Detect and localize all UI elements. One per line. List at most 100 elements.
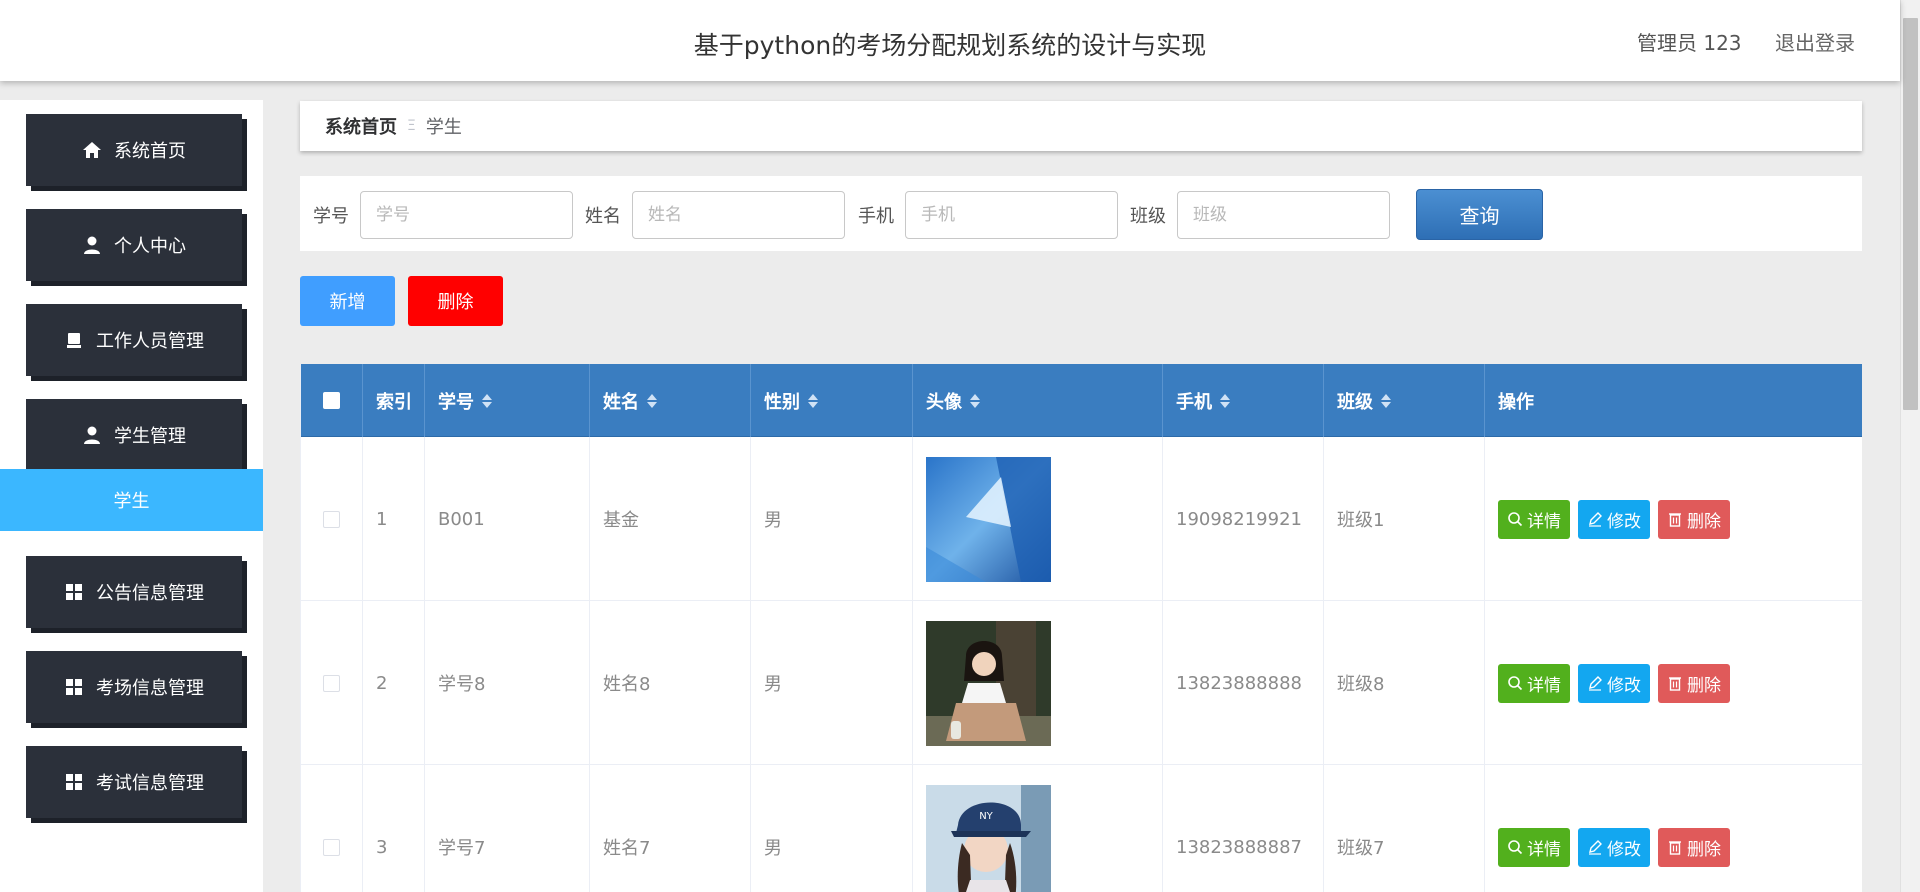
name-label: 姓名: [585, 206, 621, 227]
header-phone[interactable]: 手机: [1163, 364, 1324, 437]
logout-link[interactable]: 退出登录: [1775, 27, 1855, 56]
row-checkbox[interactable]: [323, 510, 340, 528]
edit-label: 修改: [1607, 511, 1641, 532]
trash-icon: [1669, 513, 1681, 527]
row-index: 3: [363, 765, 425, 892]
row-class: 班级8: [1324, 601, 1485, 765]
edit-icon: [1589, 676, 1602, 691]
header-gender[interactable]: 性别: [751, 364, 913, 437]
row-gender: 男: [751, 765, 913, 892]
sidebar-item-student-management[interactable]: 学生管理: [26, 399, 242, 471]
edit-button[interactable]: 修改: [1578, 827, 1650, 867]
student-id-input[interactable]: [360, 191, 573, 239]
table-row: 1 B001 基金 男 19098219921 班级1 详情 修改 删除: [301, 437, 1862, 601]
header-index: 索引: [363, 364, 425, 437]
table-row: 2 学号8 姓名8 男 13823888888 班级8 详情 修改 删除: [301, 601, 1862, 765]
row-phone: 13823888887: [1163, 765, 1324, 892]
sort-icon[interactable]: [808, 393, 818, 408]
sidebar-item-label: 考试信息管理: [96, 773, 204, 794]
class-label: 班级: [1130, 206, 1166, 227]
name-input[interactable]: [632, 191, 845, 239]
search-icon: [1508, 676, 1523, 691]
avatar: [926, 456, 1051, 582]
scrollbar-thumb[interactable]: [1903, 18, 1918, 410]
sidebar-item-label: 学生管理: [114, 426, 186, 447]
detail-button[interactable]: 详情: [1498, 499, 1570, 539]
breadcrumb-separator: Ξ: [407, 118, 416, 134]
top-header: 基于python的考场分配规划系统的设计与实现 管理员 123 退出登录: [0, 0, 1900, 81]
sidebar-item-exam-info-management[interactable]: 考试信息管理: [26, 746, 242, 818]
phone-label: 手机: [858, 206, 894, 227]
select-all-checkbox[interactable]: [323, 392, 340, 409]
cap-logo: NY: [979, 811, 993, 822]
detail-button[interactable]: 详情: [1498, 663, 1570, 703]
edit-button[interactable]: 修改: [1578, 499, 1650, 539]
header-avatar[interactable]: 头像: [913, 364, 1163, 437]
sidebar-item-label: 考场信息管理: [96, 678, 204, 699]
delete-button[interactable]: 删除: [1658, 663, 1730, 703]
home-icon: [82, 140, 102, 160]
phone-input[interactable]: [905, 191, 1118, 239]
sidebar-item-label: 公告信息管理: [96, 583, 204, 604]
breadcrumb-current: 学生: [425, 117, 462, 138]
row-phone: 19098219921: [1163, 437, 1324, 601]
sidebar-item-label: 系统首页: [114, 141, 186, 162]
add-button[interactable]: 新增: [300, 276, 395, 326]
row-name: 姓名7: [590, 765, 751, 892]
sidebar-item-staff-management[interactable]: 工作人员管理: [26, 304, 242, 376]
student-table: 索引 学号 姓名 性别 头像 手机 班级 操作 1 B001 基金 男 1909…: [300, 364, 1862, 892]
sidebar-item-label: 工作人员管理: [96, 331, 204, 352]
header-name[interactable]: 姓名: [590, 364, 751, 437]
search-icon: [1508, 512, 1523, 527]
row-name: 基金: [590, 437, 751, 601]
search-icon: [1508, 840, 1523, 855]
header-name-label: 姓名: [603, 391, 639, 413]
row-index: 1: [363, 437, 425, 601]
row-checkbox[interactable]: [323, 674, 340, 692]
sidebar-item-label: 个人中心: [114, 236, 186, 257]
sort-icon[interactable]: [1381, 393, 1391, 408]
detail-label: 详情: [1527, 511, 1561, 532]
header-select-all: [301, 364, 363, 437]
vertical-scrollbar[interactable]: [1900, 0, 1920, 892]
user-icon: [82, 235, 102, 255]
row-class: 班级7: [1324, 765, 1485, 892]
delete-button[interactable]: 删除: [1658, 499, 1730, 539]
detail-label: 详情: [1527, 839, 1561, 860]
class-input[interactable]: [1177, 191, 1390, 239]
sidebar-item-home[interactable]: 系统首页: [26, 114, 242, 186]
row-operations: 详情 修改 删除: [1485, 601, 1862, 765]
sidebar-item-exam-room-management[interactable]: 考场信息管理: [26, 651, 242, 723]
user-icon: [82, 425, 102, 445]
sidebar-item-notice-management[interactable]: 公告信息管理: [26, 556, 242, 628]
row-checkbox[interactable]: [323, 838, 340, 856]
row-gender: 男: [751, 437, 913, 601]
row-select-cell: [301, 765, 363, 892]
sidebar-item-personal-center[interactable]: 个人中心: [26, 209, 242, 281]
row-class: 班级1: [1324, 437, 1485, 601]
sort-icon[interactable]: [647, 393, 657, 408]
row-phone: 13823888888: [1163, 601, 1324, 765]
sort-icon[interactable]: [970, 393, 980, 408]
sort-icon[interactable]: [482, 393, 492, 408]
batch-delete-button[interactable]: 删除: [408, 276, 503, 326]
detail-button[interactable]: 详情: [1498, 827, 1570, 867]
clipboard-icon: [64, 330, 84, 350]
row-operations: 详情 修改 删除: [1485, 437, 1862, 601]
delete-label: 删除: [1687, 511, 1721, 532]
sidebar-subitem-student[interactable]: 学生: [0, 469, 263, 531]
header-class[interactable]: 班级: [1324, 364, 1485, 437]
delete-button[interactable]: 删除: [1658, 827, 1730, 867]
sort-icon[interactable]: [1220, 393, 1230, 408]
row-student-id: 学号7: [425, 765, 590, 892]
query-button[interactable]: 查询: [1416, 189, 1543, 240]
avatar: NY: [926, 784, 1051, 892]
header-class-label: 班级: [1337, 391, 1373, 413]
row-operations: 详情 修改 删除: [1485, 765, 1862, 892]
row-gender: 男: [751, 601, 913, 765]
breadcrumb-home[interactable]: 系统首页: [325, 113, 397, 139]
header-student-id[interactable]: 学号: [425, 364, 590, 437]
row-avatar-cell: [913, 601, 1163, 765]
row-avatar-cell: [913, 437, 1163, 601]
edit-button[interactable]: 修改: [1578, 663, 1650, 703]
